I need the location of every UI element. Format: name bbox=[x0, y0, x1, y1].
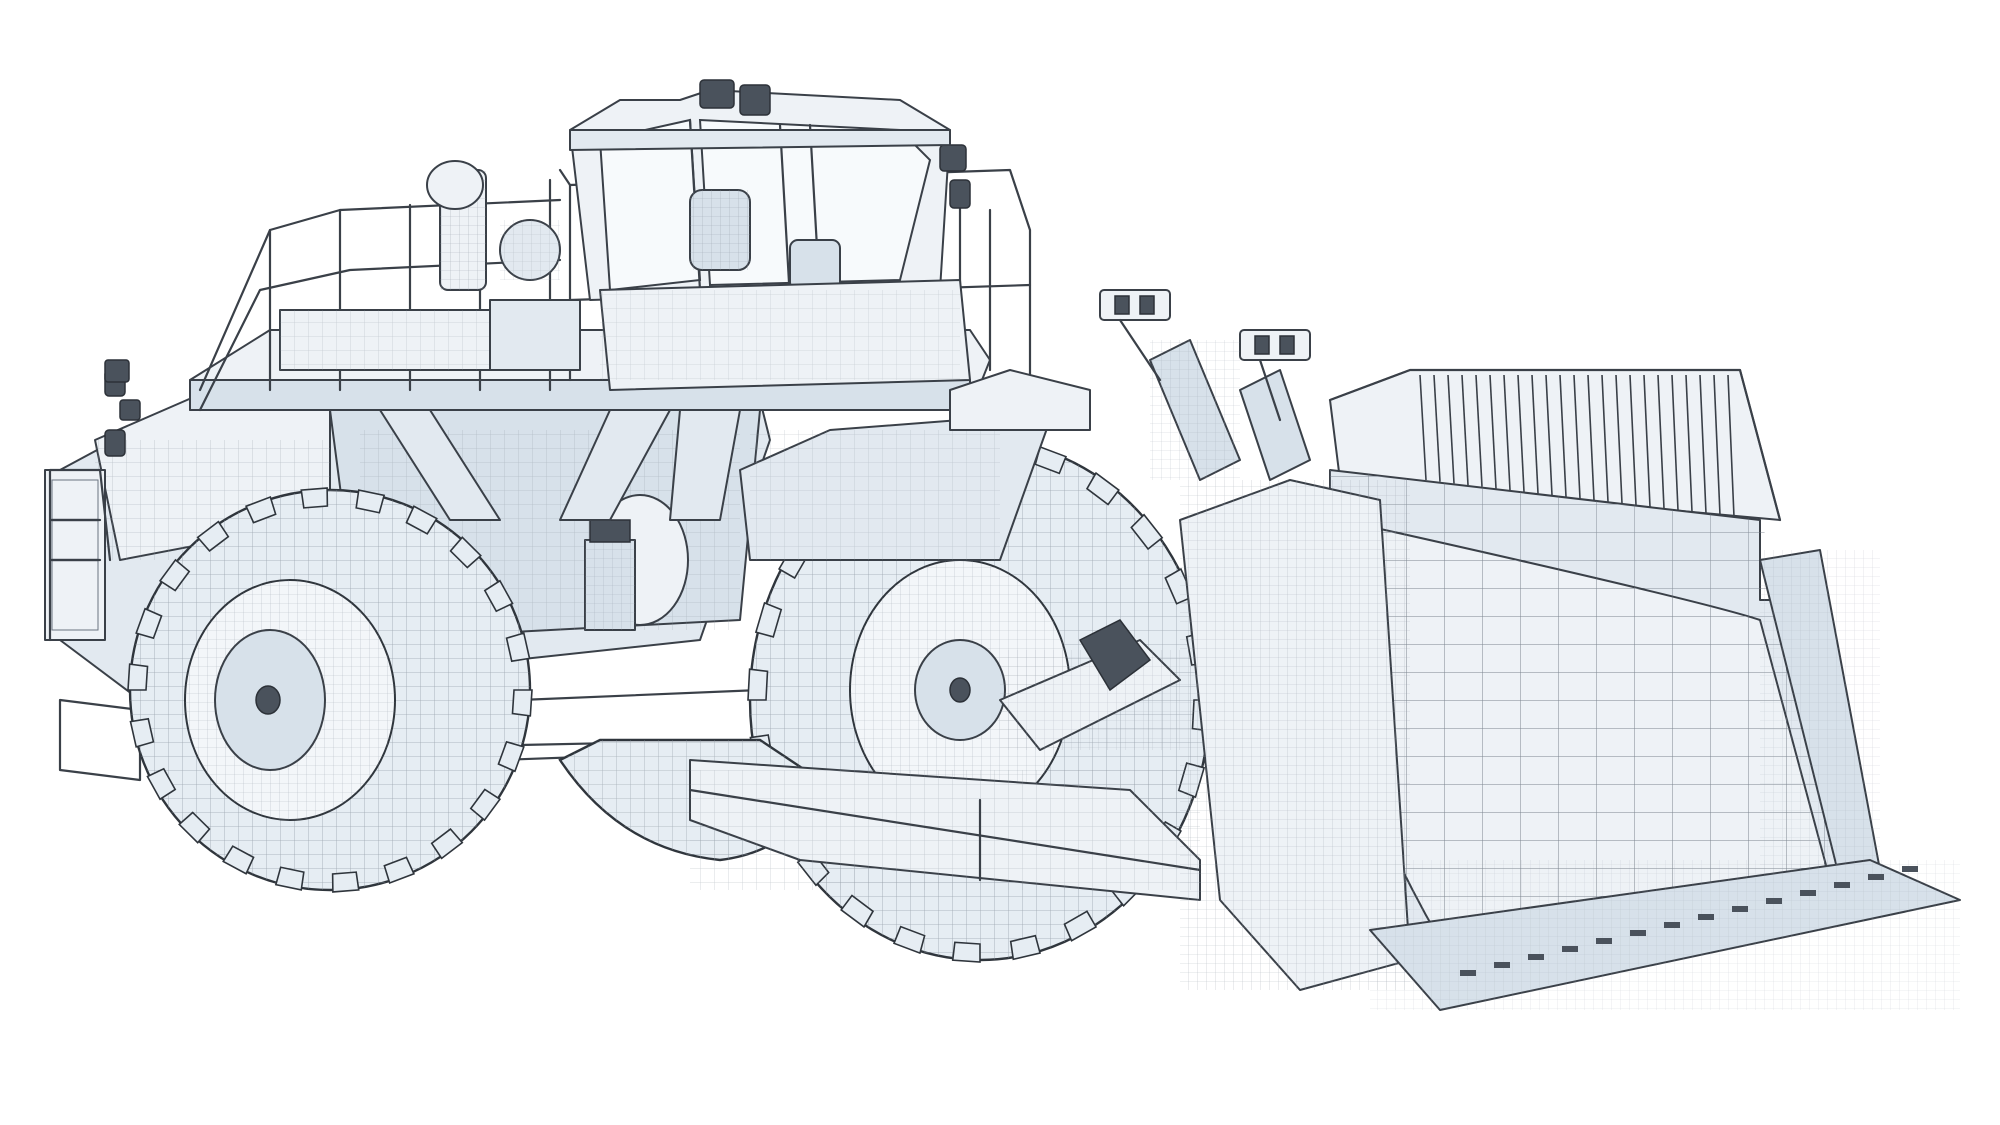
cutting-edge-bolt bbox=[1528, 954, 1544, 960]
cutting-edge-bolt bbox=[1460, 970, 1476, 976]
rear-tire bbox=[127, 487, 533, 893]
tire-lug bbox=[747, 668, 769, 701]
cutting-edge-bolt bbox=[1698, 914, 1714, 920]
tire-lug bbox=[129, 717, 155, 748]
tire-lug bbox=[127, 663, 149, 691]
operator-cab bbox=[569, 79, 971, 391]
wireframe-render-scene bbox=[0, 0, 2000, 1125]
cutting-edge-bolt bbox=[1630, 930, 1646, 936]
cutting-edge-bolt bbox=[1902, 866, 1918, 872]
wheel-loader-wireframe bbox=[44, 79, 1961, 1011]
cutting-edge-bolt bbox=[1494, 962, 1510, 968]
cutting-edge-bolt bbox=[1834, 882, 1850, 888]
cutting-edge-bolt bbox=[1800, 890, 1816, 896]
cutting-edge-bolt bbox=[1766, 898, 1782, 904]
tire-lug bbox=[951, 941, 981, 963]
cutting-edge-bolt bbox=[1562, 946, 1578, 952]
cutting-edge-bolt bbox=[1664, 922, 1680, 928]
tire-lug bbox=[274, 866, 305, 891]
tire-lug bbox=[331, 871, 360, 893]
tire-lug bbox=[300, 487, 329, 509]
cutting-edge-bolt bbox=[1868, 874, 1884, 880]
cutting-edge-bolt bbox=[1732, 906, 1748, 912]
cutting-edge-bolt bbox=[1596, 938, 1612, 944]
tire-lug bbox=[511, 689, 533, 717]
